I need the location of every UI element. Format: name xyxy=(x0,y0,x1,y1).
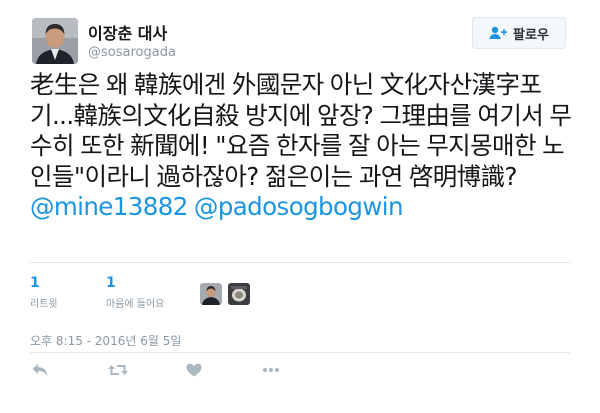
reply-icon xyxy=(32,364,48,376)
mention-link[interactable]: @mine13882 xyxy=(30,192,188,221)
tweet-text: 老生은 왜 韓族에겐 外國문자 아닌 文化자산漢字포기...韓族의文化自殺 방지… xyxy=(30,70,575,223)
more-button[interactable] xyxy=(262,360,280,380)
reply-button[interactable] xyxy=(32,360,48,380)
follow-button[interactable]: 팔로우 xyxy=(472,17,566,49)
retweet-button[interactable] xyxy=(108,360,128,380)
liker-avatar-image xyxy=(200,283,222,305)
add-user-icon xyxy=(489,26,508,39)
liker-avatar[interactable] xyxy=(228,283,250,305)
tweet-timestamp[interactable]: 오후 8:15 - 2016년 6월 5일 xyxy=(30,332,181,349)
like-label: 마음에 들어요 xyxy=(106,299,165,310)
retweet-label: 리트윗 xyxy=(30,299,58,310)
like-count: 1 xyxy=(106,275,116,291)
avatar[interactable] xyxy=(32,18,78,64)
user-handle[interactable]: @sosarogada xyxy=(88,45,176,60)
divider xyxy=(30,352,570,353)
tweet-text-body: 老生은 왜 韓族에겐 外國문자 아닌 文化자산漢字포기...韓族의文化自殺 방지… xyxy=(30,70,572,191)
user-name[interactable]: 이장춘 대사 xyxy=(88,20,167,44)
tweet-card: 이장춘 대사 @sosarogada 팔로우 老生은 왜 韓族에겐 外國문자 아… xyxy=(0,0,600,413)
divider xyxy=(30,262,570,263)
like-button[interactable] xyxy=(186,360,202,380)
more-icon xyxy=(262,367,280,373)
retweet-count: 1 xyxy=(30,275,40,291)
follow-button-label: 팔로우 xyxy=(513,27,549,43)
mention-link[interactable]: @padosogbogwin xyxy=(194,192,404,221)
profile-photo xyxy=(32,18,78,64)
like-icon xyxy=(186,363,202,377)
liker-avatar-image xyxy=(228,283,250,305)
retweet-stat[interactable]: 1 리트윗 xyxy=(30,275,58,310)
liker-avatar[interactable] xyxy=(200,283,222,305)
like-stat[interactable]: 1 마음에 들어요 xyxy=(106,275,164,310)
retweet-icon xyxy=(108,365,128,375)
